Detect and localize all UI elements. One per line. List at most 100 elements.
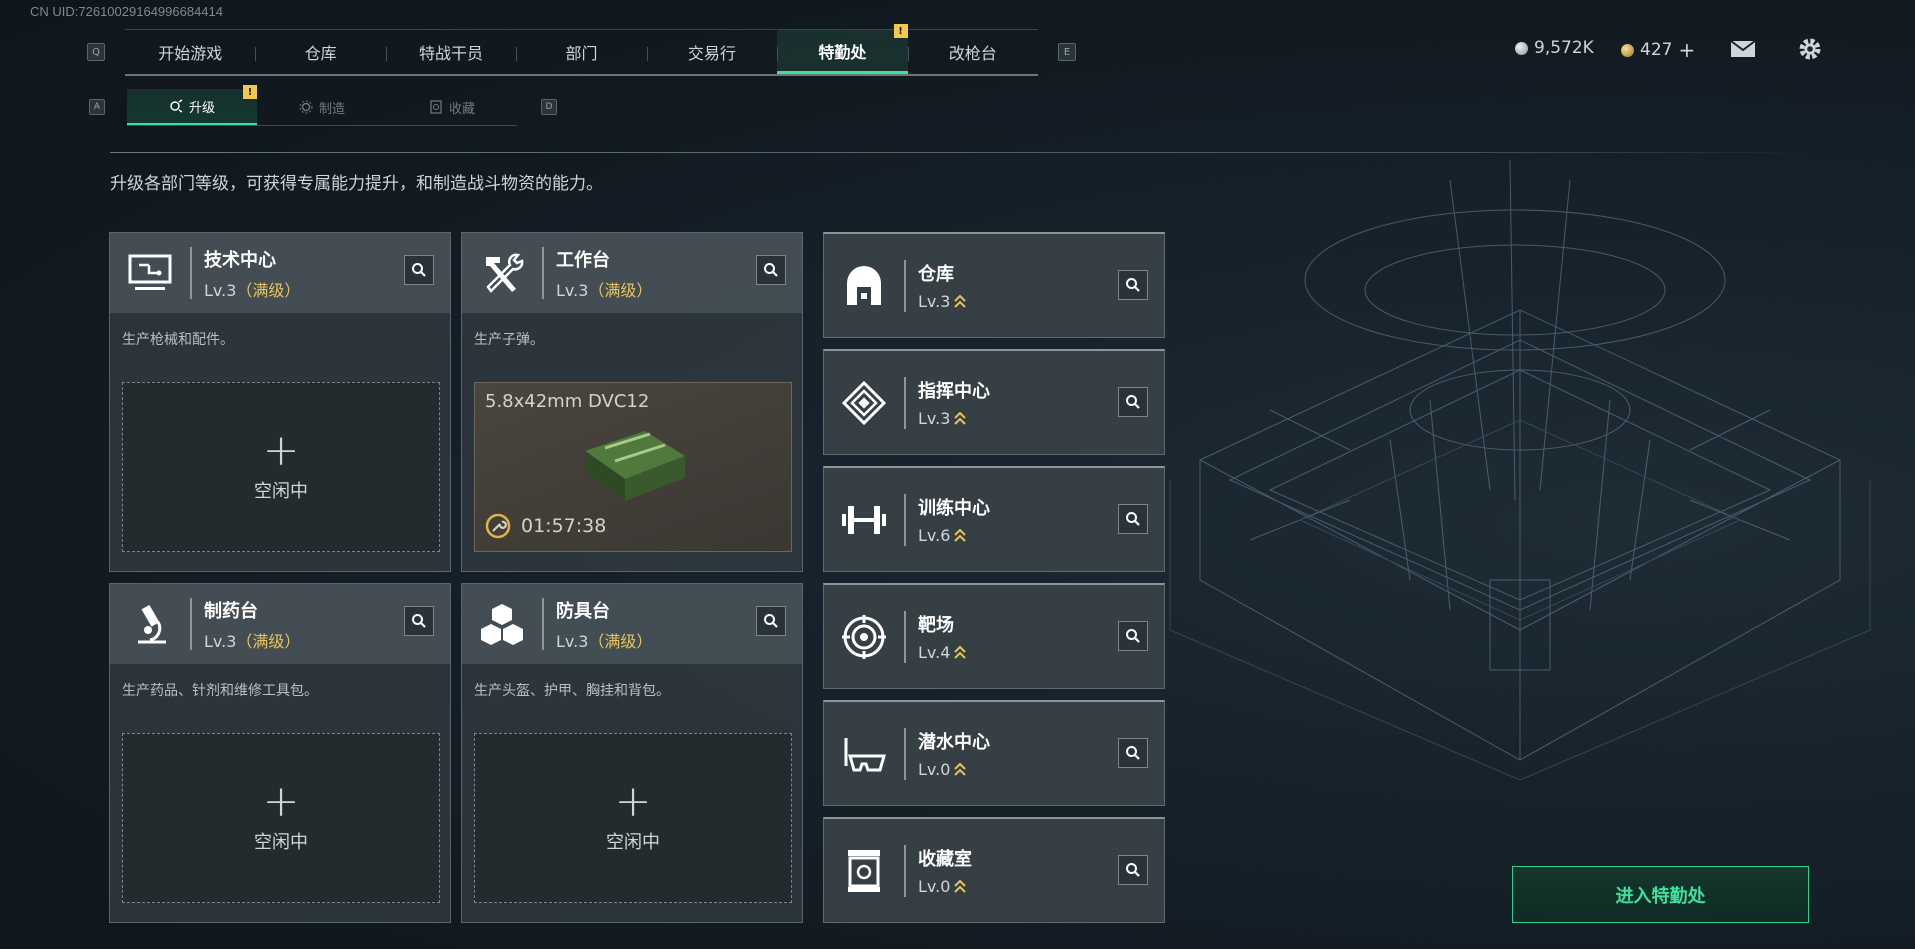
search-button[interactable] <box>404 606 434 636</box>
tab-gunsmith[interactable]: 改枪台 <box>907 30 1038 74</box>
header-separator <box>542 598 544 650</box>
command-emblem-icon <box>824 363 904 443</box>
slot-status: 空闲中 <box>606 832 660 853</box>
collection-case-icon <box>824 831 904 911</box>
search-button[interactable] <box>1118 387 1148 417</box>
workstation-description: 生产枪械和配件。 <box>122 332 234 348</box>
subtab-upgrade[interactable]: 升级 ! <box>127 85 257 125</box>
prev-subtab-key-hint[interactable]: A <box>89 99 105 115</box>
level-value: Lv.4 <box>918 643 951 662</box>
header-separator <box>904 376 906 429</box>
main-nav: 开始游戏 仓库 特战干员 部门 交易行 特勤处 ! 改枪台 <box>125 24 1038 76</box>
department-card-command-center[interactable]: 指挥中心 Lv.3 <box>823 349 1165 455</box>
cubes-icon <box>462 584 542 664</box>
next-subtab-key-hint[interactable]: D <box>541 99 557 115</box>
department-card-diving-center[interactable]: 潜水中心 Lv.0 <box>823 700 1165 806</box>
search-button[interactable] <box>1118 855 1148 885</box>
tab-warehouse[interactable]: 仓库 <box>255 30 385 74</box>
upgrade-chevron-icon <box>954 645 967 659</box>
next-tab-key-hint[interactable]: E <box>1058 43 1076 61</box>
player-uid: CN UID:7261002916499​6684414 <box>30 4 223 19</box>
magnifier-icon <box>1126 278 1140 292</box>
add-production-icon: + <box>262 425 300 476</box>
workstation-name: 防具台 <box>556 600 610 622</box>
tab-special-ops[interactable]: 特勤处 ! <box>777 24 908 74</box>
level-value: Lv.3 <box>918 409 951 428</box>
tab-departments[interactable]: 部门 <box>516 30 646 74</box>
microscope-icon <box>110 584 190 664</box>
magnifier-icon <box>412 263 426 277</box>
workstation-name: 制药台 <box>204 600 258 622</box>
workstation-description: 生产子弹。 <box>474 332 544 348</box>
header-separator <box>904 493 906 546</box>
production-slot-active[interactable]: 5.8x42mm DVC12 01:57:38 <box>474 382 792 552</box>
gold-currency[interactable]: 427 + <box>1621 38 1695 62</box>
tab-operators[interactable]: 特战干员 <box>385 30 516 74</box>
diving-mask-icon <box>824 714 904 794</box>
search-button[interactable] <box>1118 270 1148 300</box>
enter-special-ops-button[interactable]: 进入特勤处 <box>1512 866 1809 923</box>
level-value: Lv.0 <box>918 760 951 779</box>
department-name: 仓库 <box>918 264 954 285</box>
upgrade-chevron-icon <box>954 528 967 542</box>
subtab-collection[interactable]: 收藏 <box>387 89 517 125</box>
department-name: 指挥中心 <box>918 381 990 402</box>
vault-icon <box>824 246 904 326</box>
tab-special-ops-label: 特勤处 <box>818 42 867 62</box>
prev-tab-key-hint[interactable]: Q <box>87 43 105 61</box>
level-value: Lv.3 <box>204 631 237 651</box>
search-button[interactable] <box>404 255 434 285</box>
header-separator <box>542 247 544 299</box>
tab-start-game[interactable]: 开始游戏 <box>125 30 255 74</box>
header-separator <box>190 598 192 650</box>
search-button[interactable] <box>1118 738 1148 768</box>
tab-trade-market[interactable]: 交易行 <box>646 30 777 74</box>
slot-status: 空闲中 <box>254 481 308 502</box>
search-button[interactable] <box>756 606 786 636</box>
search-button[interactable] <box>1118 504 1148 534</box>
department-level: Lv.6 <box>918 526 990 545</box>
department-name: 收藏室 <box>918 849 972 870</box>
upgrade-chevron-icon <box>954 294 967 308</box>
magnifier-icon <box>764 263 778 277</box>
workstation-description: 生产药品、针剂和维修工具包。 <box>122 683 318 699</box>
workstation-name: 技术中心 <box>204 249 276 271</box>
department-level: Lv.3 <box>918 409 990 428</box>
level-value: Lv.6 <box>918 526 951 545</box>
gold-amount: 427 <box>1640 40 1673 60</box>
workstation-card-tech-center[interactable]: 技术中心 Lv.3（满级） 生产枪械和配件。 + 空闲中 <box>109 232 451 572</box>
department-card-shooting-range[interactable]: 靶场 Lv.4 <box>823 583 1165 689</box>
department-level: Lv.3 <box>918 292 967 311</box>
production-slot-idle[interactable]: + 空闲中 <box>122 382 440 552</box>
department-card-training-center[interactable]: 训练中心 Lv.6 <box>823 466 1165 572</box>
department-card-collection-room[interactable]: 收藏室 Lv.0 <box>823 817 1165 923</box>
settings-gear-icon[interactable] <box>1797 36 1823 66</box>
hammer-wrench-icon <box>462 233 542 313</box>
production-slot-idle[interactable]: + 空闲中 <box>122 733 440 903</box>
search-button[interactable] <box>1118 621 1148 651</box>
production-slot-idle[interactable]: + 空闲中 <box>474 733 792 903</box>
upgrade-chevron-icon <box>954 879 967 893</box>
mail-icon[interactable] <box>1730 39 1756 63</box>
magnifier-icon <box>1126 395 1140 409</box>
silver-currency[interactable]: 9,572K <box>1515 38 1594 58</box>
search-button[interactable] <box>756 255 786 285</box>
dumbbell-icon <box>824 480 904 560</box>
notification-badge: ! <box>243 85 257 99</box>
level-value: Lv.3 <box>556 631 589 651</box>
department-card-warehouse[interactable]: 仓库 Lv.3 <box>823 232 1165 338</box>
silver-amount: 9,572K <box>1534 38 1594 58</box>
workstation-level: Lv.3（满级） <box>556 628 652 652</box>
header-separator <box>190 247 192 299</box>
workstation-card-armor-bench[interactable]: 防具台 Lv.3（满级） 生产头盔、护甲、胸挂和背包。 + 空闲中 <box>461 583 803 923</box>
gold-coin-icon <box>1621 43 1634 57</box>
department-name: 潜水中心 <box>918 732 990 753</box>
workstation-card-workbench[interactable]: 工作台 Lv.3（满级） 生产子弹。 5.8x42mm DVC12 01:57:… <box>461 232 803 572</box>
upgrade-chevron-icon <box>954 411 967 425</box>
add-currency-button[interactable]: + <box>1678 38 1695 62</box>
subtab-collection-label: 收藏 <box>448 101 475 117</box>
upgrade-chevron-icon <box>954 762 967 776</box>
subtab-craft[interactable]: 制造 <box>257 89 387 125</box>
workstation-card-pharmacy[interactable]: 制药台 Lv.3（满级） 生产药品、针剂和维修工具包。 + 空闲中 <box>109 583 451 923</box>
level-value: Lv.3 <box>918 292 951 311</box>
